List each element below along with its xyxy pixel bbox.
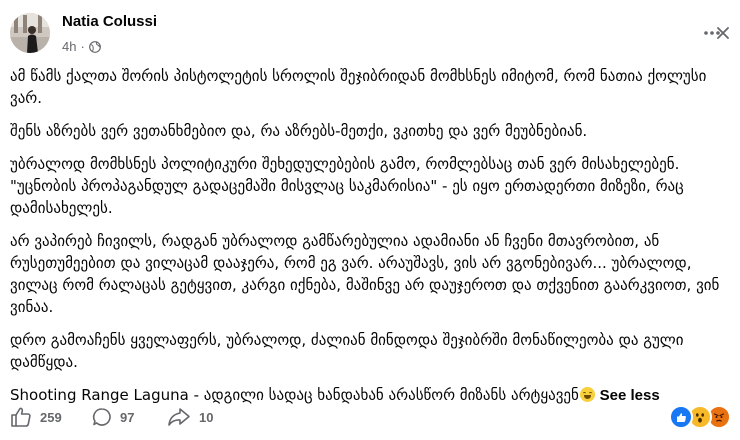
- share-icon: [168, 408, 190, 426]
- comment-count: 97: [120, 409, 135, 425]
- share-button[interactable]: 10: [167, 398, 213, 436]
- author-name[interactable]: Natia Colussi: [62, 13, 157, 30]
- close-icon: [717, 27, 729, 39]
- like-count: 259: [40, 409, 62, 425]
- share-count: 10: [199, 409, 214, 425]
- post-time[interactable]: 4h: [62, 39, 76, 54]
- avatar-photo: [10, 13, 50, 53]
- post-meta: 4h ·: [62, 39, 101, 54]
- facebook-post: Natia Colussi 4h · ამ წამს ქალთა შორის პ…: [0, 0, 740, 440]
- author-avatar[interactable]: [10, 13, 50, 53]
- close-button[interactable]: [712, 22, 734, 44]
- post-paragraph: დრო გამოაჩენს ყველაფერს, უბრალოდ, ძალიან…: [10, 331, 684, 371]
- like-reaction-icon: [669, 405, 693, 429]
- reactions-summary[interactable]: [669, 405, 731, 429]
- post-paragraph: ამ წამს ქალთა შორის პისტოლეტის სროლის შე…: [10, 67, 707, 107]
- like-button[interactable]: 259: [10, 398, 62, 436]
- post-paragraph: შენს აზრებს ვერ ვეთანხმებიო და, რა აზრებ…: [10, 122, 588, 140]
- thumbs-up-icon: [11, 407, 31, 427]
- globe-icon[interactable]: [88, 40, 101, 53]
- comment-icon: [92, 408, 111, 426]
- meta-separator: ·: [80, 39, 85, 54]
- comment-button[interactable]: 97: [92, 398, 134, 436]
- post-text: ამ წამს ქალთა შორის პისტოლეტის სროლის შე…: [10, 65, 732, 407]
- post-actions: 259 97 10: [0, 398, 740, 436]
- post-paragraph: არ ვაპირებ ჩივილს, რადგან უბრალოდ გამწარ…: [10, 232, 720, 316]
- post-paragraph: უბრალოდ მომხსნეს პოლიტიკური შეხედულებები…: [10, 155, 684, 217]
